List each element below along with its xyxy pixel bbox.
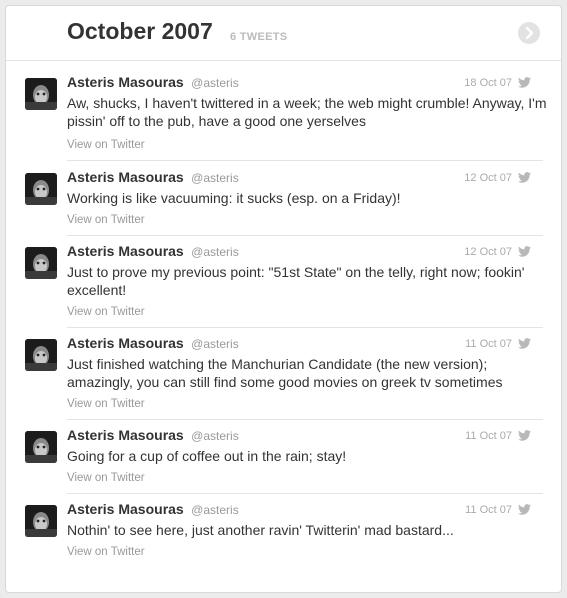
next-month-button[interactable] xyxy=(518,22,540,44)
twitter-bird-icon xyxy=(518,172,531,183)
view-on-twitter-link[interactable]: View on Twitter xyxy=(67,214,145,226)
tweet-date[interactable]: 11 Oct 07 xyxy=(446,338,512,350)
view-on-twitter-link[interactable]: View on Twitter xyxy=(67,398,145,410)
tweet-date[interactable]: 11 Oct 07 xyxy=(446,430,512,442)
chevron-right-icon xyxy=(525,26,534,40)
tweet-date[interactable]: 18 Oct 07 xyxy=(446,77,512,89)
author-name[interactable]: Asteris Masouras xyxy=(67,501,184,517)
tweet-author: Asteris Masouras @asteris xyxy=(67,427,239,445)
tweet-item: Asteris Masouras @asteris 11 Oct 07 Goin… xyxy=(6,419,561,494)
tweet-text: Just to prove my previous point: "51st S… xyxy=(67,264,525,298)
tweet-text: Aw, shucks, I haven't twittered in a wee… xyxy=(67,95,547,129)
archive-header: October 2007 6 TWEETS xyxy=(6,6,561,61)
tweet-date[interactable]: 12 Oct 07 xyxy=(446,172,512,184)
tweet-item: Asteris Masouras @asteris 12 Oct 07 Just… xyxy=(6,235,561,328)
avatar[interactable] xyxy=(25,431,57,463)
author-handle[interactable]: @asteris xyxy=(191,76,239,90)
twitter-bird-icon xyxy=(518,430,531,441)
author-handle[interactable]: @asteris xyxy=(191,245,239,259)
author-name[interactable]: Asteris Masouras xyxy=(67,427,184,443)
tweet-item: Asteris Masouras @asteris 18 Oct 07 Aw, … xyxy=(6,66,561,161)
author-name[interactable]: Asteris Masouras xyxy=(67,243,184,259)
author-handle[interactable]: @asteris xyxy=(191,429,239,443)
twitter-bird-icon xyxy=(518,77,531,88)
tweet-author: Asteris Masouras @asteris xyxy=(67,501,239,519)
month-title: October 2007 xyxy=(67,18,213,44)
tweet-author: Asteris Masouras @asteris xyxy=(67,243,239,261)
tweet-date[interactable]: 12 Oct 07 xyxy=(446,246,512,258)
twitter-bird-icon xyxy=(518,504,531,515)
tweet-text: Nothin' to see here, just another ravin'… xyxy=(67,522,454,538)
tweet-count: 6 TWEETS xyxy=(230,31,288,43)
tweet-item: Asteris Masouras @asteris 12 Oct 07 Work… xyxy=(6,161,561,236)
archive-panel: October 2007 6 TWEETS Asteris Masouras @… xyxy=(5,5,562,593)
tweet-item: Asteris Masouras @asteris 11 Oct 07 Just… xyxy=(6,327,561,420)
avatar[interactable] xyxy=(25,78,57,110)
twitter-bird-icon xyxy=(518,338,531,349)
avatar[interactable] xyxy=(25,173,57,205)
view-on-twitter-link[interactable]: View on Twitter xyxy=(67,472,145,484)
author-name[interactable]: Asteris Masouras xyxy=(67,74,184,90)
view-on-twitter-link[interactable]: View on Twitter xyxy=(67,139,145,151)
tweet-text: Going for a cup of coffee out in the rai… xyxy=(67,448,347,464)
tweet-author: Asteris Masouras @asteris xyxy=(67,335,239,353)
tweet-date[interactable]: 11 Oct 07 xyxy=(446,504,512,516)
author-handle[interactable]: @asteris xyxy=(191,503,239,517)
author-handle[interactable]: @asteris xyxy=(191,337,239,351)
author-name[interactable]: Asteris Masouras xyxy=(67,169,184,185)
avatar[interactable] xyxy=(25,247,57,279)
author-handle[interactable]: @asteris xyxy=(191,171,239,185)
twitter-bird-icon xyxy=(518,246,531,257)
tweet-author: Asteris Masouras @asteris xyxy=(67,74,239,92)
tweet-author: Asteris Masouras @asteris xyxy=(67,169,239,187)
tweet-text: Just finished watching the Manchurian Ca… xyxy=(67,356,503,390)
author-name[interactable]: Asteris Masouras xyxy=(67,335,184,351)
avatar[interactable] xyxy=(25,505,57,537)
tweet-text: Working is like vacuuming: it sucks (esp… xyxy=(67,190,401,206)
view-on-twitter-link[interactable]: View on Twitter xyxy=(67,546,145,558)
tweet-item: Asteris Masouras @asteris 11 Oct 07 Noth… xyxy=(6,493,561,567)
view-on-twitter-link[interactable]: View on Twitter xyxy=(67,306,145,318)
avatar[interactable] xyxy=(25,339,57,371)
